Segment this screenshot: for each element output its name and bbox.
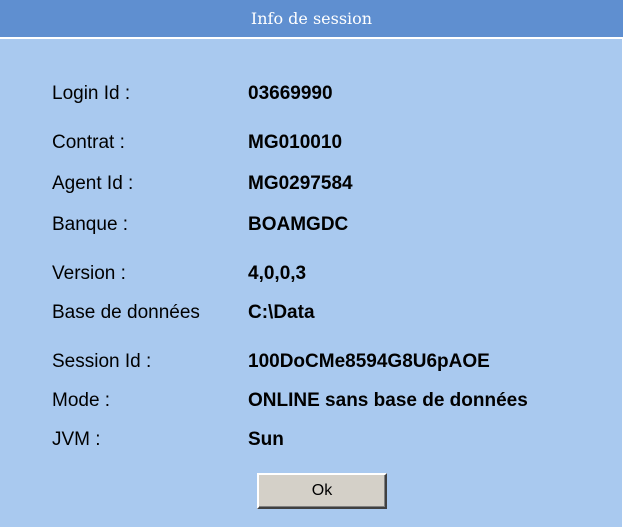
jvm-value: Sun bbox=[248, 429, 284, 450]
agent-id-label: Agent Id : bbox=[52, 173, 134, 194]
mode-label: Mode : bbox=[52, 390, 111, 411]
agent-id-value: MG0297584 bbox=[248, 173, 353, 194]
contrat-value: MG010010 bbox=[248, 132, 343, 153]
version-label: Version : bbox=[52, 263, 126, 284]
login-id-value: 03669990 bbox=[248, 83, 333, 104]
base-de-donnees-label: Base de données bbox=[52, 302, 200, 323]
version-value: 4,0,0,3 bbox=[248, 263, 307, 284]
ok-button[interactable]: Ok bbox=[257, 473, 387, 509]
contrat-label: Contrat : bbox=[52, 132, 125, 153]
login-id-label: Login Id : bbox=[52, 83, 131, 104]
base-de-donnees-value: C:\Data bbox=[248, 302, 315, 323]
banque-label: Banque : bbox=[52, 214, 129, 235]
banque-value: BOAMGDC bbox=[248, 214, 349, 235]
session-id-label: Session Id : bbox=[52, 351, 152, 372]
session-id-value: 100DoCMe8594G8U6pAOE bbox=[248, 351, 490, 372]
jvm-label: JVM : bbox=[52, 429, 101, 450]
session-info-dialog: Info de session Login Id : 03669990 Cont… bbox=[0, 0, 623, 527]
mode-value: ONLINE sans base de données bbox=[248, 390, 528, 411]
dialog-title: Info de session bbox=[0, 0, 623, 39]
